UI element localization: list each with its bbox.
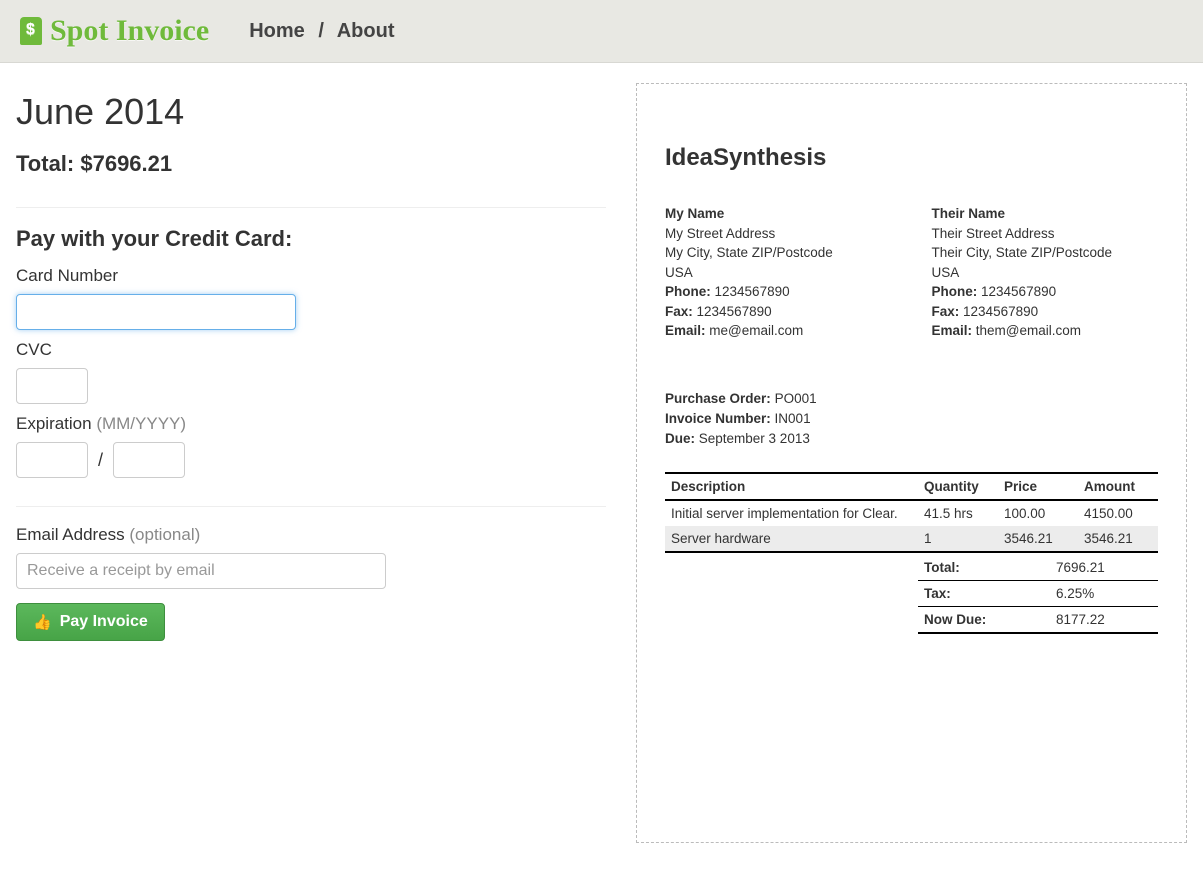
nav-home[interactable]: Home — [249, 20, 305, 42]
th-description: Description — [665, 473, 918, 500]
brand: Spot Invoice — [20, 14, 209, 48]
card-number-label: Card Number — [16, 266, 606, 286]
total-label: Total: — [918, 555, 1050, 581]
email-label: Email Address (optional) — [16, 525, 606, 545]
from-fax: 1234567890 — [697, 304, 772, 319]
email-label-text: Email Address — [16, 525, 129, 544]
li-desc: Initial server implementation for Clear. — [665, 500, 918, 526]
thumbs-up-icon: 👍 — [33, 613, 52, 631]
to-phone: 1234567890 — [981, 284, 1056, 299]
expiration-slash: / — [98, 450, 103, 471]
nav-about[interactable]: About — [337, 20, 395, 42]
to-email: them@email.com — [976, 323, 1081, 338]
li-amt: 3546.21 — [1078, 526, 1158, 552]
line-item-row: Initial server implementation for Clear.… — [665, 500, 1158, 526]
invno-label: Invoice Number: — [665, 411, 771, 426]
po-value: PO001 — [775, 391, 817, 406]
from-fax-label: Fax: — [665, 304, 693, 319]
tax-value: 6.25% — [1050, 580, 1158, 606]
card-number-input[interactable] — [16, 294, 296, 330]
expiration-year-input[interactable] — [113, 442, 185, 478]
due-label: Due: — [665, 431, 695, 446]
from-name: My Name — [665, 204, 892, 224]
from-address: My Name My Street Address My City, State… — [665, 204, 892, 341]
li-amt: 4150.00 — [1078, 500, 1158, 526]
divider — [16, 207, 606, 208]
expiration-row: / — [16, 442, 606, 478]
to-street: Their Street Address — [932, 224, 1159, 244]
expiration-hint: (MM/YYYY) — [96, 414, 186, 433]
li-desc: Server hardware — [665, 526, 918, 552]
expiration-label-text: Expiration — [16, 414, 96, 433]
total-value: 7696.21 — [1050, 555, 1158, 581]
email-input[interactable] — [16, 553, 386, 589]
from-phone: 1234567890 — [715, 284, 790, 299]
email-hint: (optional) — [129, 525, 200, 544]
invoice-period: June 2014 — [16, 91, 606, 133]
li-price: 3546.21 — [998, 526, 1078, 552]
invno-value: IN001 — [775, 411, 811, 426]
from-email: me@email.com — [709, 323, 803, 338]
invoice-meta: Purchase Order: PO001 Invoice Number: IN… — [665, 389, 1158, 450]
from-street: My Street Address — [665, 224, 892, 244]
address-row: My Name My Street Address My City, State… — [665, 204, 1158, 341]
brand-tag-icon — [20, 17, 42, 45]
to-email-label: Email: — [932, 323, 973, 338]
topbar: Spot Invoice Home / About — [0, 0, 1203, 63]
from-phone-label: Phone: — [665, 284, 711, 299]
to-city: Their City, State ZIP/Postcode — [932, 243, 1159, 263]
li-qty: 41.5 hrs — [918, 500, 998, 526]
line-items-table: Description Quantity Price Amount Initia… — [665, 472, 1158, 553]
invoice-preview-panel: IdeaSynthesis My Name My Street Address … — [636, 83, 1187, 843]
expiration-label: Expiration (MM/YYYY) — [16, 414, 606, 434]
nowdue-value: 8177.22 — [1050, 606, 1158, 633]
to-phone-label: Phone: — [932, 284, 978, 299]
invoice-document: IdeaSynthesis My Name My Street Address … — [636, 83, 1187, 843]
pay-invoice-label: Pay Invoice — [60, 613, 148, 631]
due-value: September 3 2013 — [699, 431, 810, 446]
to-fax: 1234567890 — [963, 304, 1038, 319]
po-label: Purchase Order: — [665, 391, 771, 406]
payment-panel: June 2014 Total: $7696.21 Pay with your … — [16, 83, 606, 843]
expiration-month-input[interactable] — [16, 442, 88, 478]
li-price: 100.00 — [998, 500, 1078, 526]
li-qty: 1 — [918, 526, 998, 552]
pay-invoice-button[interactable]: 👍 Pay Invoice — [16, 603, 165, 641]
from-country: USA — [665, 263, 892, 283]
th-amount: Amount — [1078, 473, 1158, 500]
nowdue-label: Now Due: — [918, 606, 1050, 633]
page-body: June 2014 Total: $7696.21 Pay with your … — [0, 63, 1203, 873]
to-country: USA — [932, 263, 1159, 283]
invoice-company: IdeaSynthesis — [665, 144, 1158, 172]
tax-label: Tax: — [918, 580, 1050, 606]
nav-separator: / — [318, 20, 324, 42]
brand-text: Spot Invoice — [50, 14, 209, 48]
payment-heading: Pay with your Credit Card: — [16, 226, 606, 252]
to-address: Their Name Their Street Address Their Ci… — [932, 204, 1159, 341]
totals-table: Total: 7696.21 Tax: 6.25% Now Due: 8177.… — [918, 555, 1158, 634]
divider — [16, 506, 606, 507]
line-item-row: Server hardware 1 3546.21 3546.21 — [665, 526, 1158, 552]
cvc-label: CVC — [16, 340, 606, 360]
from-city: My City, State ZIP/Postcode — [665, 243, 892, 263]
invoice-total-line: Total: $7696.21 — [16, 151, 606, 177]
from-email-label: Email: — [665, 323, 706, 338]
th-price: Price — [998, 473, 1078, 500]
to-name: Their Name — [932, 204, 1159, 224]
to-fax-label: Fax: — [932, 304, 960, 319]
th-quantity: Quantity — [918, 473, 998, 500]
main-nav: Home / About — [249, 20, 394, 43]
cvc-input[interactable] — [16, 368, 88, 404]
